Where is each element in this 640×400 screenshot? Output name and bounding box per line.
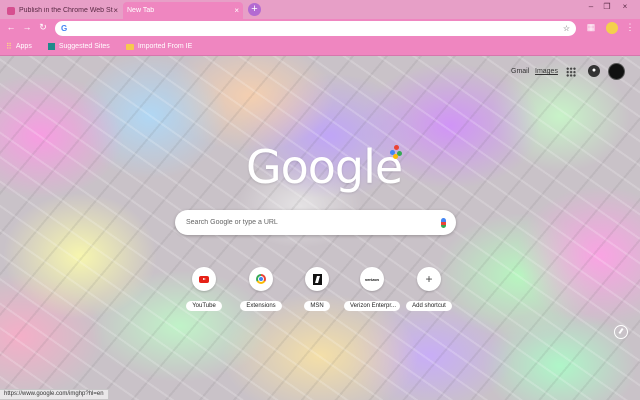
tab-new-tab[interactable]: New Tab × — [123, 2, 243, 19]
customize-pencil-icon[interactable] — [614, 325, 628, 339]
notifications-icon[interactable]: ● — [588, 65, 600, 77]
status-bar-url: https://www.google.com/imghp?hl=en — [0, 389, 109, 400]
account-avatar[interactable] — [608, 63, 625, 80]
address-bar[interactable]: G ☆ — [55, 21, 576, 36]
bookmark-label: Suggested Sites — [58, 43, 110, 50]
shortcut-tile — [305, 267, 329, 291]
plus-icon: + — [425, 272, 433, 286]
new-tab-button[interactable]: + — [248, 3, 261, 16]
google-g-icon: G — [61, 24, 68, 33]
minimize-icon[interactable]: – — [584, 2, 598, 11]
search-input[interactable] — [186, 219, 426, 226]
doodle-dots-icon[interactable] — [390, 145, 404, 159]
back-icon[interactable]: ← — [5, 22, 17, 32]
window-close-icon[interactable]: × — [618, 2, 632, 11]
shortcut-add[interactable]: + Add shortcut — [401, 267, 457, 316]
search-box[interactable] — [175, 210, 456, 235]
microphone-icon[interactable] — [441, 217, 446, 228]
bookmark-label: Imported From IE — [137, 43, 193, 50]
bookmark-apps[interactable]: ⠿ Apps — [6, 42, 32, 51]
reload-icon[interactable]: ↻ — [37, 22, 49, 33]
tab-chrome-web-store[interactable]: Publish in the Chrome Web Store × — [3, 2, 122, 19]
google-apps-grid-icon[interactable] — [566, 67, 576, 77]
tab-close-icon[interactable]: × — [113, 6, 118, 15]
shortcut-label: MSN — [304, 301, 330, 311]
tab-strip: Publish in the Chrome Web Store × New Ta… — [0, 0, 640, 19]
shortcut-youtube[interactable]: YouTube — [176, 267, 232, 316]
shortcut-msn[interactable]: MSN — [289, 267, 345, 316]
tab-title: New Tab — [127, 7, 155, 14]
bookmarks-bar: ⠿ Apps Suggested Sites Imported From IE — [0, 38, 640, 56]
chrome-icon — [256, 274, 266, 284]
shortcut-label: Extensions — [240, 301, 282, 311]
bookmark-imported-from-ie[interactable]: Imported From IE — [125, 43, 193, 50]
tab-favicon — [7, 6, 15, 15]
chrome-menu-icon[interactable]: ⋮ — [624, 22, 636, 33]
shortcut-tile — [249, 267, 273, 291]
shortcut-label: Add shortcut — [406, 301, 452, 311]
shortcut-extensions[interactable]: Extensions — [233, 267, 289, 316]
bookmark-label: Apps — [15, 43, 32, 50]
youtube-icon — [199, 275, 209, 283]
shortcut-label: YouTube — [186, 301, 222, 311]
profile-icon[interactable] — [606, 22, 618, 34]
tab-title: Publish in the Chrome Web Store — [19, 7, 114, 14]
tab-close-icon[interactable]: × — [234, 6, 239, 15]
verizon-icon: verizon — [364, 276, 379, 282]
bookmark-suggested-sites[interactable]: Suggested Sites — [47, 43, 110, 50]
shortcut-tile: verizon — [360, 267, 384, 291]
msn-icon — [312, 273, 322, 285]
suggested-sites-icon — [47, 43, 55, 50]
forward-icon[interactable]: → — [21, 22, 33, 32]
extension-icon[interactable]: ▦ — [585, 22, 597, 33]
maximize-icon[interactable]: ❐ — [600, 2, 614, 11]
google-logo: Google — [246, 140, 403, 194]
browser-toolbar: ← → ↻ G ☆ ▦ ⋮ — [0, 19, 640, 38]
shortcut-tile: + — [417, 267, 441, 291]
folder-icon — [125, 43, 134, 50]
shortcut-label: Verizon Enterpr... — [344, 301, 400, 311]
images-link[interactable]: Images — [535, 68, 558, 75]
shortcut-tile — [192, 267, 216, 291]
bookmark-star-icon[interactable]: ☆ — [563, 24, 570, 33]
gmail-link[interactable]: Gmail — [511, 68, 529, 75]
shortcut-verizon[interactable]: verizon Verizon Enterpr... — [344, 267, 400, 316]
apps-icon: ⠿ — [6, 42, 12, 51]
